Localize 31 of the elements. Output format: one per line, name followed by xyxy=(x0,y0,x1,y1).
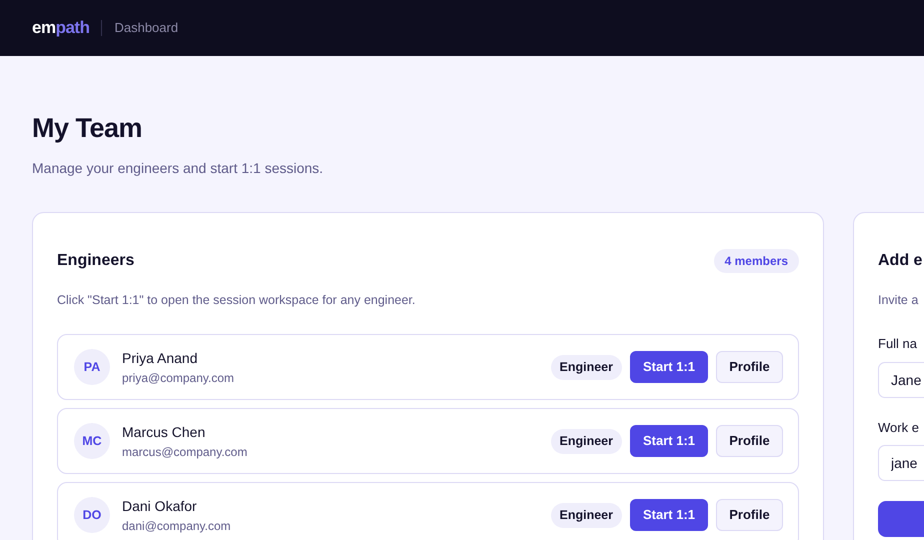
engineer-email: dani@company.com xyxy=(122,518,232,535)
input-field[interactable]: Jane xyxy=(878,362,924,398)
card-title: Engineers xyxy=(57,251,134,272)
page-title: My Team xyxy=(32,112,144,144)
input-field[interactable]: jane xyxy=(878,445,924,482)
start-session-button[interactable]: Start 1:1 xyxy=(630,425,708,458)
member-count-badge: 4 members xyxy=(714,249,799,274)
start-session-button[interactable]: Start 1:1 xyxy=(630,499,708,532)
profile-button[interactable]: Profile xyxy=(716,499,783,532)
logo[interactable]: empath xyxy=(32,15,90,41)
page-subtitle: Manage your engineers and start 1:1 sessions. xyxy=(32,159,324,178)
avatar: MC xyxy=(74,423,110,460)
role-tag: Engineer xyxy=(550,428,622,454)
start-session-button[interactable]: Start 1:1 xyxy=(630,351,708,384)
avatar: PA xyxy=(74,349,110,386)
card-hint: Click "Start 1:1" to open the session workspace for any engineer. xyxy=(57,292,416,310)
engineer-email: priya@company.com xyxy=(122,370,235,387)
field-label: Full na xyxy=(878,335,918,354)
card-hint: Invite a xyxy=(878,292,920,310)
role-tag: Engineer xyxy=(550,502,622,528)
engineer-name: Marcus Chen xyxy=(122,422,206,442)
profile-button[interactable]: Profile xyxy=(716,425,783,458)
avatar: DO xyxy=(74,497,110,534)
card-title: Add e xyxy=(878,251,924,272)
profile-button[interactable]: Profile xyxy=(716,351,783,384)
breadcrumb-link[interactable]: Dashboard xyxy=(114,18,178,38)
engineer-email: marcus@company.com xyxy=(122,444,248,461)
field-label: Work e xyxy=(878,418,920,437)
role-tag: Engineer xyxy=(550,354,622,380)
engineer-name: Dani Okafor xyxy=(122,496,198,516)
engineer-name: Priya Anand xyxy=(122,348,198,368)
